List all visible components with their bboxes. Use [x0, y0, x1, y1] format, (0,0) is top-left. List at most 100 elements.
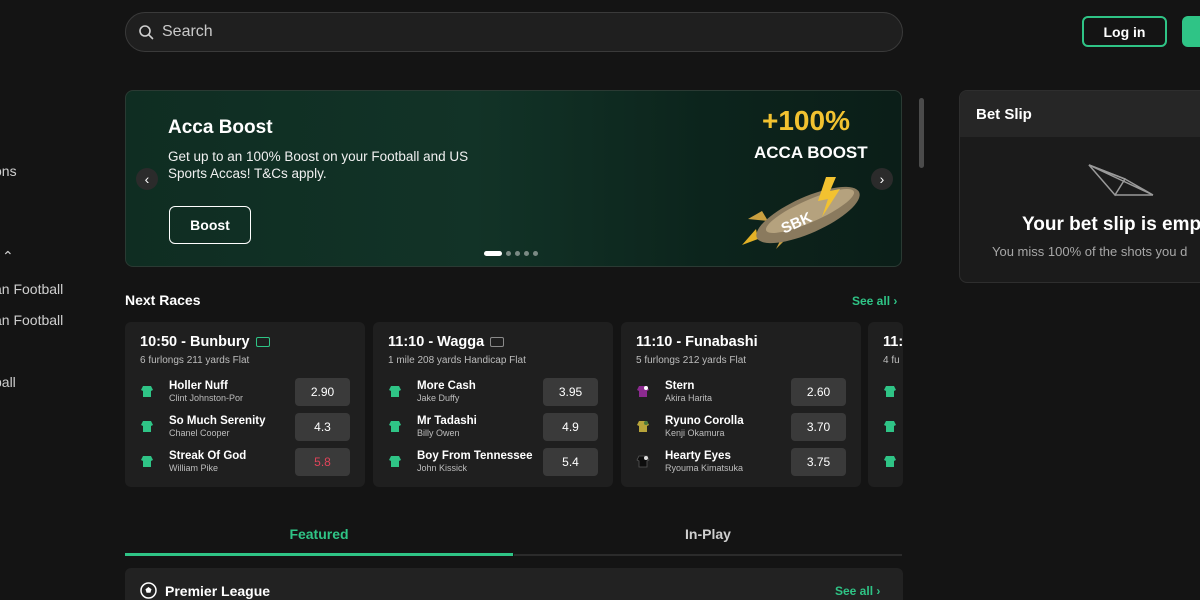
join-button[interactable] [1182, 16, 1200, 47]
jockey-silk-icon [884, 456, 896, 467]
runner-row: More Cash Jake Duffy 3.95 [388, 378, 598, 406]
runner-name: Stern [665, 380, 695, 392]
sidebar: ons ⌃ an Football an Football ll ball l [0, 0, 110, 600]
race-title: 11:2 [883, 334, 903, 350]
odds-button[interactable]: 3.70 [791, 413, 846, 441]
live-stream-icon [490, 337, 505, 347]
runner-row: Ryuno Corolla Kenji Okamura 3.70 [636, 413, 846, 441]
bet-slip-panel: Bet Slip Your bet slip is emp You miss 1… [959, 90, 1200, 283]
jockey-silk-icon [389, 421, 401, 432]
carousel-dot[interactable] [506, 251, 511, 256]
login-button[interactable]: Log in [1082, 16, 1167, 47]
jockey-silk-icon [884, 421, 896, 432]
runner-row: Stern Akira Harita 2.60 [636, 378, 846, 406]
chevron-right-icon: › [876, 584, 881, 598]
odds-button[interactable]: 5.4 [543, 448, 598, 476]
runner-name: Ryuno Corolla [665, 415, 744, 427]
race-card[interactable]: 11:10 - Wagga 1 mile 208 yards Handicap … [373, 322, 613, 487]
race-title: 11:10 - Funabashi [636, 334, 758, 350]
race-title-text: 11:10 - Wagga [388, 334, 485, 350]
jockey-silk-icon [141, 386, 153, 397]
race-card[interactable]: 11:2 4 fu [868, 322, 903, 487]
jockey-silk-icon [637, 421, 649, 432]
jockey-silk-icon [636, 455, 650, 468]
odds-button[interactable]: 5.8 [295, 448, 350, 476]
chevron-right-icon: › [893, 294, 898, 308]
jockey-name: Billy Owen [417, 428, 460, 438]
rocket-icon: SBK [742, 177, 860, 249]
banner-title: Acca Boost [168, 117, 273, 138]
odds-button[interactable]: 3.75 [791, 448, 846, 476]
sidebar-item-promotions[interactable]: ons [0, 163, 17, 179]
jockey-name: Ryouma Kimatsuka [665, 463, 744, 473]
search-bar[interactable] [125, 12, 903, 52]
league-see-all-link[interactable]: See all › [835, 584, 880, 598]
sidebar-item-football-1[interactable]: an Football [0, 281, 63, 297]
chevron-up-icon[interactable]: ⌃ [2, 248, 14, 265]
next-races-title: Next Races [125, 292, 201, 308]
race-title-text: 11:2 [883, 334, 903, 350]
carousel-dot[interactable] [484, 251, 502, 256]
bet-slip-title: Bet Slip [960, 91, 1200, 137]
jockey-silk-icon [637, 386, 649, 397]
carousel-dots[interactable] [484, 251, 538, 256]
promo-percent: +100% [762, 105, 850, 136]
odds-button[interactable]: 3.95 [543, 378, 598, 406]
jockey-name: William Pike [169, 463, 219, 473]
runner-row: Boy From Tennessee John Kissick 5.4 [388, 448, 598, 476]
runner-name: Boy From Tennessee [417, 450, 533, 462]
runner-row: Mr Tadashi Billy Owen 4.9 [388, 413, 598, 441]
runner-name: So Much Serenity [169, 415, 266, 427]
race-card[interactable]: 11:10 - Funabashi 5 furlongs 212 yards F… [621, 322, 861, 487]
carousel-dot[interactable] [515, 251, 520, 256]
runner-row: Streak Of God William Pike 5.8 [140, 448, 350, 476]
runner-row: Hearty Eyes Ryouma Kimatsuka 3.75 [636, 448, 846, 476]
promo-label: ACCA BOOST [754, 143, 868, 162]
jockey-silk-icon [141, 456, 153, 467]
football-icon [140, 582, 157, 599]
bet-slip-empty-title: Your bet slip is emp [1022, 214, 1200, 235]
odds-button[interactable]: 4.3 [295, 413, 350, 441]
league-section: Premier League See all › [125, 568, 903, 600]
tab-featured[interactable]: Featured [125, 522, 513, 556]
carousel-dot[interactable] [524, 251, 529, 256]
runner-row: Holler Nuff Clint Johnston-Por 2.90 [140, 378, 350, 406]
runner-name: Streak Of God [169, 450, 247, 462]
jockey-silk-icon [141, 421, 153, 432]
next-races-see-all-link[interactable]: See all › [852, 294, 897, 308]
odds-button[interactable]: 4.9 [543, 413, 598, 441]
live-stream-icon [255, 337, 270, 347]
tab-in-play[interactable]: In-Play [514, 522, 902, 556]
boost-button[interactable]: Boost [169, 206, 251, 244]
jockey-name: Jake Duffy [417, 393, 460, 403]
race-distance: 5 furlongs 212 yards Flat [636, 355, 747, 366]
carousel-prev-button[interactable]: ‹ [136, 168, 158, 190]
race-title-text: 11:10 - Funabashi [636, 334, 758, 350]
race-distance: 1 mile 208 yards Handicap Flat [388, 355, 526, 366]
odds-button[interactable]: 2.90 [295, 378, 350, 406]
carousel-dot[interactable] [533, 251, 538, 256]
paper-plane-icon [1088, 164, 1154, 197]
race-distance: 6 furlongs 211 yards Flat [140, 355, 250, 366]
odds-button[interactable]: 2.60 [791, 378, 846, 406]
jockey-name: Akira Harita [665, 393, 713, 403]
see-all-label: See all [835, 584, 874, 598]
jockey-name: John Kissick [417, 463, 468, 473]
search-input[interactable] [162, 23, 862, 41]
banner-text: Get up to an 100% Boost on your Football… [168, 149, 469, 181]
jockey-silk-icon [884, 386, 896, 397]
race-title-text: 10:50 - Bunbury [140, 334, 250, 350]
race-distance: 4 fu [883, 355, 900, 366]
sidebar-item-sport-4[interactable]: ball [0, 374, 16, 390]
race-title: 10:50 - Bunbury [140, 334, 270, 350]
search-icon [139, 25, 154, 40]
sidebar-item-football-2[interactable]: an Football [0, 312, 63, 328]
jockey-name: Kenji Okamura [665, 428, 725, 438]
race-card[interactable]: 10:50 - Bunbury 6 furlongs 211 yards Fla… [125, 322, 365, 487]
bet-slip-empty-text: You miss 100% of the shots you d [992, 244, 1188, 259]
race-title: 11:10 - Wagga [388, 334, 505, 350]
scrollbar[interactable] [919, 98, 924, 168]
see-all-label: See all [852, 294, 891, 308]
runner-name: Hearty Eyes [665, 450, 731, 462]
runner-name: More Cash [417, 380, 476, 392]
